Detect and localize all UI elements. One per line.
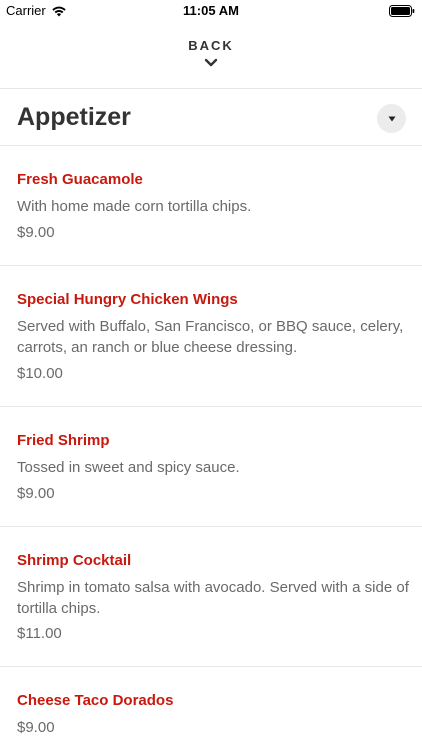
item-description: With home made corn tortilla chips. [17,198,252,215]
back-button[interactable]: BACK [0,36,422,78]
item-description: Shrimp in tomato salsa with avocado. Ser… [17,579,409,617]
menu-item-special-hungry-chicken-wings[interactable]: Special Hungry Chicken Wings Served with… [0,266,422,406]
item-description: Tossed in sweet and spicy sauce. [17,459,240,476]
menu-item-fresh-guacamole[interactable]: Fresh Guacamole With home made corn tort… [0,146,422,265]
status-time: 11:05 AM [183,3,239,18]
item-name: Fried Shrimp [17,432,110,449]
battery-icon [389,5,415,17]
section-title: Appetizer [17,103,131,131]
item-name: Shrimp Cocktail [17,552,132,569]
item-name: Special Hungry Chicken Wings [17,291,238,308]
item-name: Cheese Taco Dorados [17,692,174,709]
menu-item-fried-shrimp[interactable]: Fried Shrimp Tossed in sweet and spicy s… [0,407,422,526]
section-header: Appetizer [0,89,422,145]
item-price: $9.00 [17,719,55,736]
back-label: BACK [188,38,234,53]
item-price: $10.00 [17,365,63,382]
menu-item-cheese-taco-dorados[interactable]: Cheese Taco Dorados $9.00 [0,667,422,750]
item-price: $9.00 [17,224,55,241]
item-description: Served with Buffalo, San Francisco, or B… [17,318,404,356]
chevron-down-icon [204,58,218,67]
item-price: $9.00 [17,485,55,502]
caret-down-icon [388,116,395,121]
item-name: Fresh Guacamole [17,171,143,188]
menu-item-shrimp-cocktail[interactable]: Shrimp Cocktail Shrimp in tomato salsa w… [0,527,422,666]
item-price: $11.00 [17,625,62,642]
section-toggle-button[interactable] [377,104,406,133]
status-bar: Carrier 11:05 AM [0,0,422,22]
